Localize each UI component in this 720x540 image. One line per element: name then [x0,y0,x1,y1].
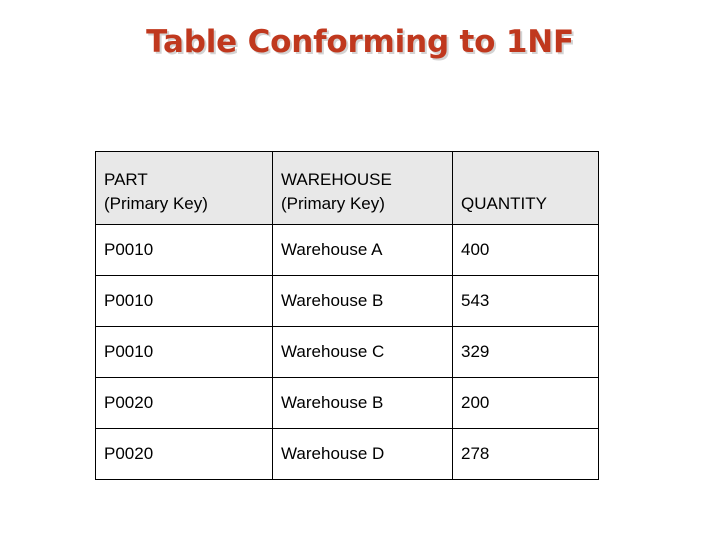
cell-warehouse: Warehouse C [272,326,453,378]
table-body: P0010 Warehouse A 400 P0010 Warehouse B … [95,224,599,480]
table-row: P0010 Warehouse A 400 [95,224,599,276]
table-header-row: PART (Primary Key) WAREHOUSE (Primary Ke… [95,151,599,225]
cell-part: P0020 [95,428,273,480]
cell-part: P0010 [95,326,273,378]
first-normal-form-table: PART (Primary Key) WAREHOUSE (Primary Ke… [95,151,599,480]
table-row: P0020 Warehouse D 278 [95,428,599,480]
cell-part: P0020 [95,377,273,429]
cell-quantity: 200 [452,377,599,429]
cell-warehouse: Warehouse A [272,224,453,276]
column-header-quantity: QUANTITY [452,151,599,225]
column-header-warehouse: WAREHOUSE (Primary Key) [272,151,453,225]
column-header-part: PART (Primary Key) [95,151,273,225]
table-row: P0020 Warehouse B 200 [95,377,599,429]
table-row: P0010 Warehouse B 543 [95,275,599,327]
cell-part: P0010 [95,275,273,327]
cell-quantity: 278 [452,428,599,480]
cell-warehouse: Warehouse B [272,275,453,327]
page-title: Table Conforming to 1NF [146,24,574,60]
cell-warehouse: Warehouse B [272,377,453,429]
cell-quantity: 543 [452,275,599,327]
cell-quantity: 329 [452,326,599,378]
cell-part: P0010 [95,224,273,276]
table-header: PART (Primary Key) WAREHOUSE (Primary Ke… [95,151,599,225]
cell-quantity: 400 [452,224,599,276]
cell-warehouse: Warehouse D [272,428,453,480]
data-table-container: PART (Primary Key) WAREHOUSE (Primary Ke… [95,151,599,480]
table-row: P0010 Warehouse C 329 [95,326,599,378]
